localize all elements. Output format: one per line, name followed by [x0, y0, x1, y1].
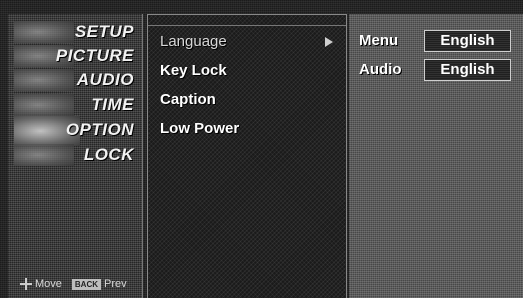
audio-language-value: English [440, 61, 495, 78]
sidebar-item-audio[interactable]: AUDIO [8, 68, 142, 92]
menu-item-caption[interactable]: Caption [160, 91, 216, 108]
sidebar-item-label: AUDIO [76, 70, 134, 89]
option-submenu-panel: Language Key Lock Caption Low Power [147, 14, 347, 298]
sidebar-item-lock[interactable]: LOCK [8, 143, 142, 167]
footer-hint: Move BACK Prev [20, 278, 127, 291]
language-options-panel: Menu English Audio English [349, 14, 523, 298]
menu-language-select[interactable]: English [424, 30, 511, 52]
right-arrow-icon [325, 37, 333, 47]
lock-thumbnail-icon [14, 144, 74, 166]
sidebar-item-label: TIME [91, 95, 134, 114]
menu-item-low-power[interactable]: Low Power [160, 120, 239, 137]
menu-item-key-lock[interactable]: Key Lock [160, 62, 227, 79]
audio-language-select[interactable]: English [424, 59, 511, 81]
back-key-icon: BACK [71, 278, 102, 290]
setup-thumbnail-icon [14, 21, 74, 43]
menu-language-value: English [440, 32, 495, 49]
sidebar-item-label: LOCK [83, 145, 134, 164]
audio-thumbnail-icon [14, 69, 74, 91]
prev-hint-label: Prev [104, 278, 127, 291]
time-thumbnail-icon [14, 94, 74, 116]
sidebar-item-time[interactable]: TIME [8, 93, 142, 117]
tv-osd-screen: SETUP PICTURE AUDIO TIME OPTION LOCK Mov… [0, 0, 523, 298]
menu-language-label: Menu [359, 32, 399, 49]
menu-item-language[interactable]: Language [160, 33, 227, 50]
sidebar-item-option[interactable]: OPTION [8, 116, 142, 146]
move-hint-label: Move [35, 278, 62, 291]
panel-divider [148, 25, 346, 26]
main-menu-sidebar: SETUP PICTURE AUDIO TIME OPTION LOCK Mov… [8, 14, 143, 298]
audio-language-label: Audio [359, 61, 402, 78]
sidebar-item-label: SETUP [74, 22, 134, 41]
four-way-arrow-icon [20, 278, 32, 291]
sidebar-item-label: PICTURE [55, 46, 134, 65]
sidebar-item-label: OPTION [65, 120, 134, 139]
sidebar-item-setup[interactable]: SETUP [8, 20, 142, 44]
sidebar-item-picture[interactable]: PICTURE [8, 44, 142, 68]
